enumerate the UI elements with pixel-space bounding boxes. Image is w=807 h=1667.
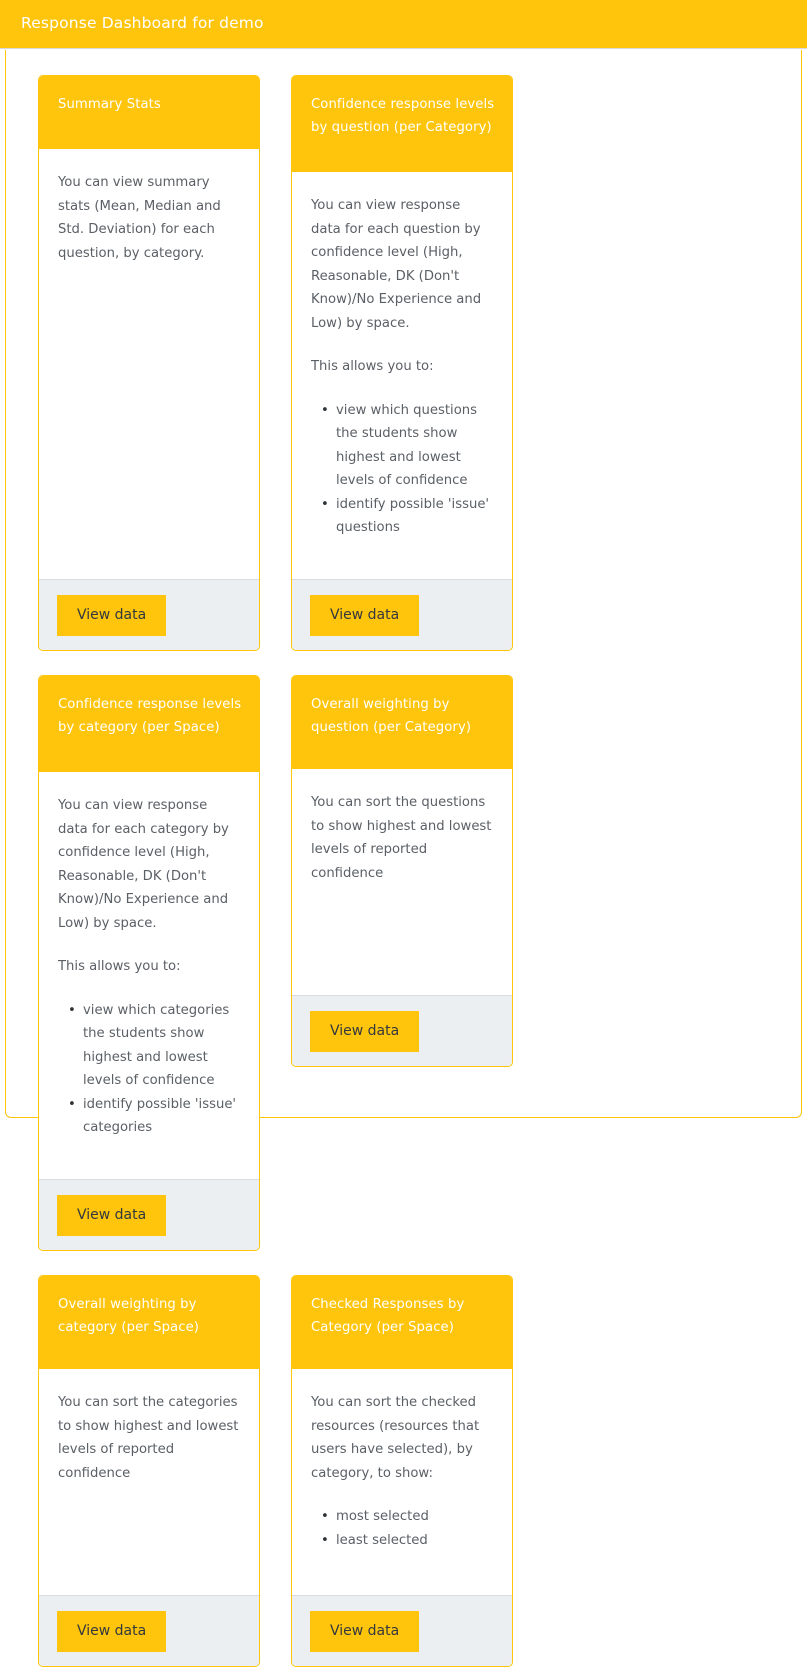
card-footer: View data [39, 579, 259, 650]
card-list-intro: This allows you to: [311, 359, 434, 374]
card-header: Overall weighting by category (per Space… [39, 1276, 259, 1369]
card-footer: View data [39, 1595, 259, 1666]
list-item: view which categories the students show … [68, 999, 240, 1093]
card-footer: View data [39, 1179, 259, 1250]
card-body: You can sort the categories to show high… [39, 1369, 259, 1595]
app-header: Response Dashboard for demo [0, 0, 807, 49]
card-description: You can sort the questions to show highe… [311, 795, 492, 881]
card-confidence-by-question: Confidence response levels by question (… [291, 75, 513, 651]
view-data-button[interactable]: View data [310, 1610, 420, 1652]
card-description: You can view response data for each ques… [311, 198, 482, 331]
card-confidence-by-category: Confidence response levels by category (… [38, 675, 260, 1251]
card-title: Checked Responses by Category (per Space… [311, 1297, 465, 1335]
card-title: Overall weighting by category (per Space… [58, 1297, 200, 1335]
card-list-intro: This allows you to: [58, 959, 181, 974]
card-header: Confidence response levels by category (… [39, 676, 259, 772]
card-header: Checked Responses by Category (per Space… [292, 1276, 512, 1369]
dashboard-card-grid: Summary Stats You can view summary stats… [38, 75, 765, 1667]
card-title: Confidence response levels by category (… [58, 697, 242, 735]
card-bullet-list: view which questions the students show h… [311, 399, 493, 540]
card-body: You can view summary stats (Mean, Median… [39, 149, 259, 579]
view-data-button[interactable]: View data [57, 1610, 167, 1652]
page-title: Response Dashboard for demo [21, 14, 264, 32]
card-title: Summary Stats [58, 97, 161, 112]
view-data-button[interactable]: View data [310, 1010, 420, 1052]
list-item: identify possible 'issue' categories [68, 1093, 240, 1140]
card-body: You can sort the questions to show highe… [292, 769, 512, 995]
card-description: You can sort the checked resources (reso… [311, 1395, 480, 1481]
dashboard-page: Response Dashboard for demo Summary Stat… [0, 0, 807, 1667]
view-data-button[interactable]: View data [57, 594, 167, 636]
card-weighting-by-category: Overall weighting by category (per Space… [38, 1275, 260, 1667]
card-weighting-by-question: Overall weighting by question (per Categ… [291, 675, 513, 1067]
content-frame: Summary Stats You can view summary stats… [5, 50, 802, 1667]
card-footer: View data [292, 995, 512, 1066]
card-bullet-list: view which categories the students show … [58, 999, 240, 1140]
card-summary-stats: Summary Stats You can view summary stats… [38, 75, 260, 651]
card-footer: View data [292, 579, 512, 650]
card-body: You can view response data for each ques… [292, 172, 512, 579]
list-item: least selected [321, 1529, 493, 1553]
card-title: Overall weighting by question (per Categ… [311, 697, 472, 735]
card-description: You can sort the categories to show high… [58, 1395, 239, 1481]
view-data-button[interactable]: View data [57, 1194, 167, 1236]
card-title: Confidence response levels by question (… [311, 97, 495, 135]
card-header: Confidence response levels by question (… [292, 76, 512, 172]
card-description: You can view response data for each cate… [58, 798, 229, 931]
list-item: identify possible 'issue' questions [321, 493, 493, 540]
card-body: You can sort the checked resources (reso… [292, 1369, 512, 1595]
card-header: Summary Stats [39, 76, 259, 149]
card-footer: View data [292, 1595, 512, 1666]
list-item: most selected [321, 1505, 493, 1529]
card-checked-responses: Checked Responses by Category (per Space… [291, 1275, 513, 1667]
list-item: view which questions the students show h… [321, 399, 493, 493]
card-body: You can view response data for each cate… [39, 772, 259, 1179]
card-bullet-list: most selected least selected [311, 1505, 493, 1552]
card-header: Overall weighting by question (per Categ… [292, 676, 512, 769]
view-data-button[interactable]: View data [310, 594, 420, 636]
card-description: You can view summary stats (Mean, Median… [58, 175, 221, 261]
